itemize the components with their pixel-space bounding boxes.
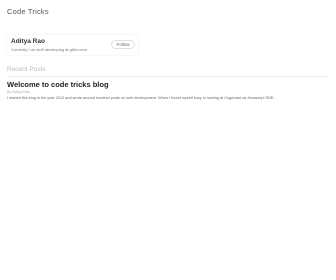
post-title[interactable]: Welcome to code tricks blog — [7, 80, 109, 89]
author-name[interactable]: Aditya Rao — [11, 38, 45, 45]
post-meta: By Aditya Rao — [7, 90, 30, 94]
site-title[interactable]: Code Tricks — [7, 7, 49, 16]
follow-button[interactable]: Follow — [111, 40, 135, 49]
post-excerpt: I started this blog in the year 2012 and… — [7, 96, 275, 100]
page: Code Tricks Aditya Rao Currently I do st… — [0, 0, 336, 280]
divider — [7, 76, 329, 77]
author-bio: Currently I do stuff developing at githo… — [11, 46, 87, 52]
recent-posts-heading: Recent Posts — [7, 66, 46, 73]
